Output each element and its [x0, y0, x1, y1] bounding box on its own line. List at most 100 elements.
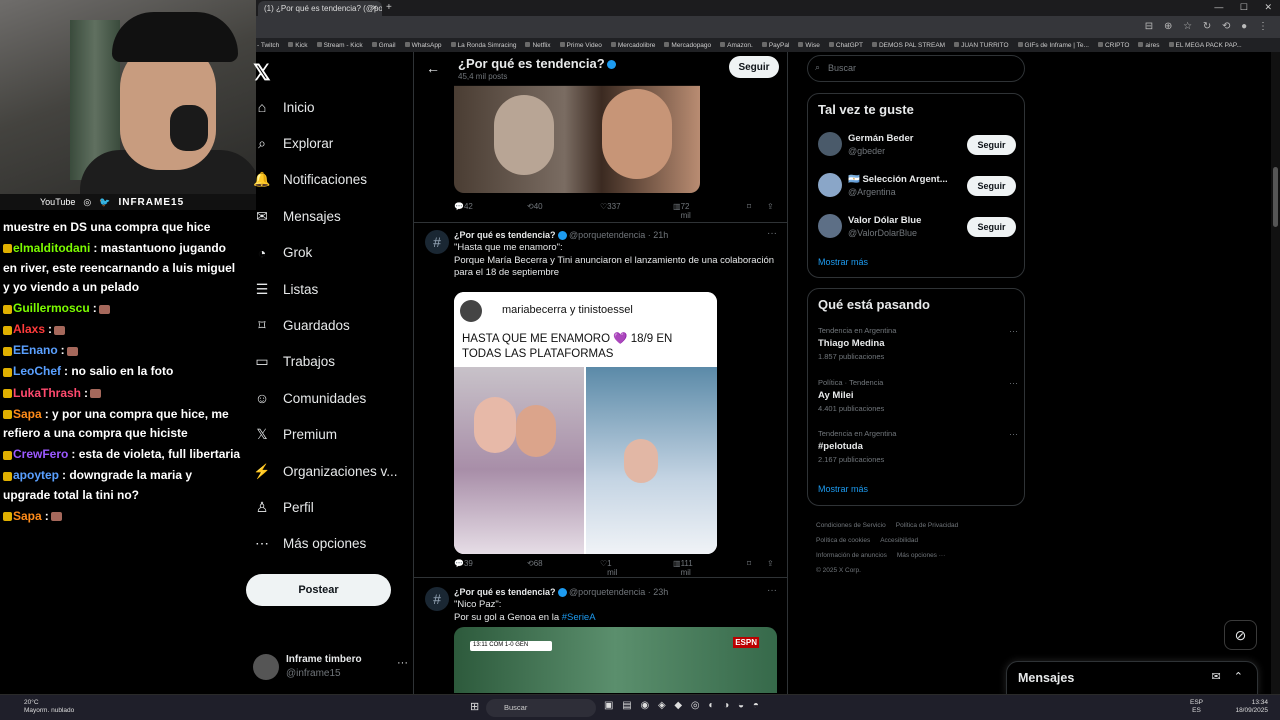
footer-link[interactable]: Accesibilidad [880, 537, 918, 544]
bookmark-item[interactable]: CRIPTO [1098, 42, 1129, 49]
more-icon[interactable]: ··· [397, 657, 408, 669]
back-arrow-icon[interactable]: ← [426, 60, 440, 76]
taskbar-apps[interactable]: ▣ ▤ ◉ ◈ ◆ ◎ ◐ ◑ ◒ ◓ [604, 700, 759, 711]
bookmark-item[interactable]: Kick [288, 42, 307, 49]
weather-widget[interactable]: 20°C Mayorm. nublado [24, 699, 74, 715]
bookmark-item[interactable]: JUAN TURRITO [954, 42, 1008, 49]
tab-active[interactable]: (1) ¿Por qué es tendencia? (@po × [258, 1, 382, 16]
reply-button[interactable]: 💬 39 [454, 559, 473, 568]
nav-item-perfil[interactable]: ♙ Perfil [253, 492, 314, 522]
scrollbar[interactable] [1271, 52, 1280, 694]
bookmark-item[interactable]: Stream - Kick [317, 42, 363, 49]
nav-item-premium[interactable]: 𝕏 Premium [253, 420, 337, 450]
taskbar-search[interactable]: Buscar [486, 699, 596, 717]
nav-item-mensajes[interactable]: ✉ Mensajes [253, 201, 341, 231]
bookmark-icon[interactable]: ⌑ [747, 202, 751, 211]
bookmark-item[interactable]: Mercadopago [664, 42, 711, 49]
nav-item-guardados[interactable]: ⌑ Guardados [253, 310, 349, 340]
chat-username[interactable]: Guillermoscu [13, 301, 90, 315]
suggestion-item[interactable]: Valor Dólar Blue @ValorDolarBlue Seguir [818, 212, 1018, 242]
bookmark-item[interactable]: Prime Video [560, 42, 602, 49]
reply-button[interactable]: 💬 42 [454, 202, 473, 211]
search-input[interactable]: ⌕ Buscar [807, 55, 1025, 82]
tweet-media[interactable]: 13:11 COM 1-0 GEN ESPN [454, 627, 777, 693]
bookmark-item[interactable]: Netflix [525, 42, 550, 49]
bookmark-item[interactable]: DEMOS PAL STREAM [872, 42, 945, 49]
more-icon[interactable]: ··· [1009, 378, 1018, 388]
chat-username[interactable]: EEnano [13, 343, 58, 357]
language-indicator[interactable]: ESP ES [1190, 699, 1203, 715]
nav-item-grok[interactable]: ◔ Grok [253, 238, 313, 268]
start-icon[interactable]: ⊞ [470, 700, 479, 713]
nav-item-explorar[interactable]: ⌕ Explorar [253, 128, 333, 158]
footer-link[interactable]: Condiciones de Servicio [816, 522, 886, 529]
bookmark-item[interactable]: Amazon. [720, 42, 753, 49]
trend-item[interactable]: Tendencia en Argentina #pelotuda 2.167 pub… [818, 429, 1018, 469]
more-icon[interactable]: ··· [1009, 429, 1018, 439]
bookmark-icon[interactable]: ⌑ [747, 559, 751, 568]
bookmark-item[interactable]: La Ronda Simracing [451, 42, 517, 49]
tweet-photo[interactable] [454, 85, 700, 193]
show-more-link[interactable]: Mostrar más [818, 484, 868, 494]
retweet-button[interactable]: ⟲ 68 [527, 559, 543, 568]
messages-drawer[interactable]: Mensajes ✉ ⌃ [1006, 661, 1258, 695]
share-icon[interactable]: ⇪ [767, 559, 774, 568]
toolbar-icons[interactable]: ⊟ ⊕ ☆ ↻ ⟲ ● ⋮ [1145, 21, 1268, 32]
bookmark-item[interactable]: WhatsApp [405, 42, 442, 49]
new-tab-button[interactable]: + [386, 2, 392, 13]
trend-item[interactable]: Política · Tendencia Ay Milei 4.401 public… [818, 378, 1018, 418]
tweet-media[interactable]: mariabecerra y tinistoessel HASTA QUE ME… [454, 292, 717, 554]
nav-item-notificaciones[interactable]: 🔔 Notificaciones [253, 165, 367, 195]
chat-username[interactable]: Sapa [13, 407, 42, 421]
nav-item-inicio[interactable]: ⌂ Inicio [253, 92, 315, 122]
like-button[interactable]: ♡ 1 mil [600, 559, 617, 577]
follow-button[interactable]: Seguir [967, 217, 1016, 237]
follow-button[interactable]: Seguir [729, 56, 779, 78]
account-switcher[interactable]: Inframe timbero @inframe15 ··· [253, 652, 413, 682]
nav-item-comunidades[interactable]: ☺ Comunidades [253, 383, 366, 413]
footer-link[interactable]: Política de Privacidad [896, 522, 959, 529]
views-button[interactable]: ▥ 72 mil [673, 202, 691, 220]
follow-button[interactable]: Seguir [967, 135, 1016, 155]
hashtag-link[interactable]: #SerieA [562, 612, 596, 623]
nav-item-más-opciones[interactable]: ⋯ Más opciones [253, 529, 366, 559]
bookmark-item[interactable]: Gmail [372, 42, 396, 49]
follow-button[interactable]: Seguir [967, 176, 1016, 196]
compose-expand-icon[interactable]: ✉ ⌃ [1212, 670, 1244, 683]
footer-link[interactable]: Política de cookies [816, 537, 870, 544]
nav-item-organizaciones-v-[interactable]: ⚡ Organizaciones v... [253, 456, 397, 486]
bookmark-item[interactable]: ChatGPT [829, 42, 863, 49]
bookmark-item[interactable]: GIFs de Inframe | Te... [1018, 42, 1089, 49]
suggestion-item[interactable]: Germán Beder @gbeder Seguir [818, 130, 1018, 160]
more-icon[interactable]: ··· [1009, 326, 1018, 336]
grok-icon[interactable]: ⊘ [1224, 620, 1257, 650]
suggestion-item[interactable]: 🇦🇷 Selección Argent... @Argentina Seguir [818, 171, 1018, 201]
chat-username[interactable]: CrewFero [13, 447, 68, 461]
bookmark-item[interactable]: EL MEGA PACK PAP... [1169, 42, 1242, 49]
footer-link[interactable]: Más opciones ··· [897, 552, 945, 559]
footer-link[interactable]: Información de anuncios [816, 552, 887, 559]
chat-username[interactable]: Sapa [13, 509, 42, 523]
views-button[interactable]: ▥ 111 mil [673, 559, 693, 577]
nav-item-listas[interactable]: ☰ Listas [253, 274, 319, 304]
show-more-link[interactable]: Mostrar más [818, 257, 868, 267]
post-button[interactable]: Postear [246, 574, 391, 606]
x-logo-icon[interactable]: 𝕏 [253, 60, 271, 86]
chat-username[interactable]: LukaThrash [13, 386, 81, 400]
tab-close-icon[interactable]: × [372, 3, 377, 12]
more-icon[interactable]: ··· [767, 585, 777, 596]
share-icon[interactable]: ⇪ [767, 202, 774, 211]
retweet-button[interactable]: ⟲ 40 [527, 202, 543, 211]
window-controls[interactable]: — ☐ ✕ [1214, 2, 1272, 13]
chat-username[interactable]: LeoChef [13, 364, 61, 378]
clock[interactable]: 13:34 18/09/2025 [1235, 699, 1268, 715]
bookmark-item[interactable]: Wise [798, 42, 819, 49]
nav-item-trabajos[interactable]: ▭ Trabajos [253, 347, 335, 377]
bookmark-item[interactable]: PayPal [762, 42, 790, 49]
chat-username[interactable]: apoytep [13, 468, 59, 482]
chat-username[interactable]: Alaxs [13, 322, 45, 336]
bookmark-item[interactable]: aires [1138, 42, 1159, 49]
trend-item[interactable]: Tendencia en Argentina Thiago Medina 1.857… [818, 326, 1018, 366]
more-icon[interactable]: ··· [767, 228, 777, 239]
footer-link[interactable]: © 2025 X Corp. [816, 567, 861, 574]
